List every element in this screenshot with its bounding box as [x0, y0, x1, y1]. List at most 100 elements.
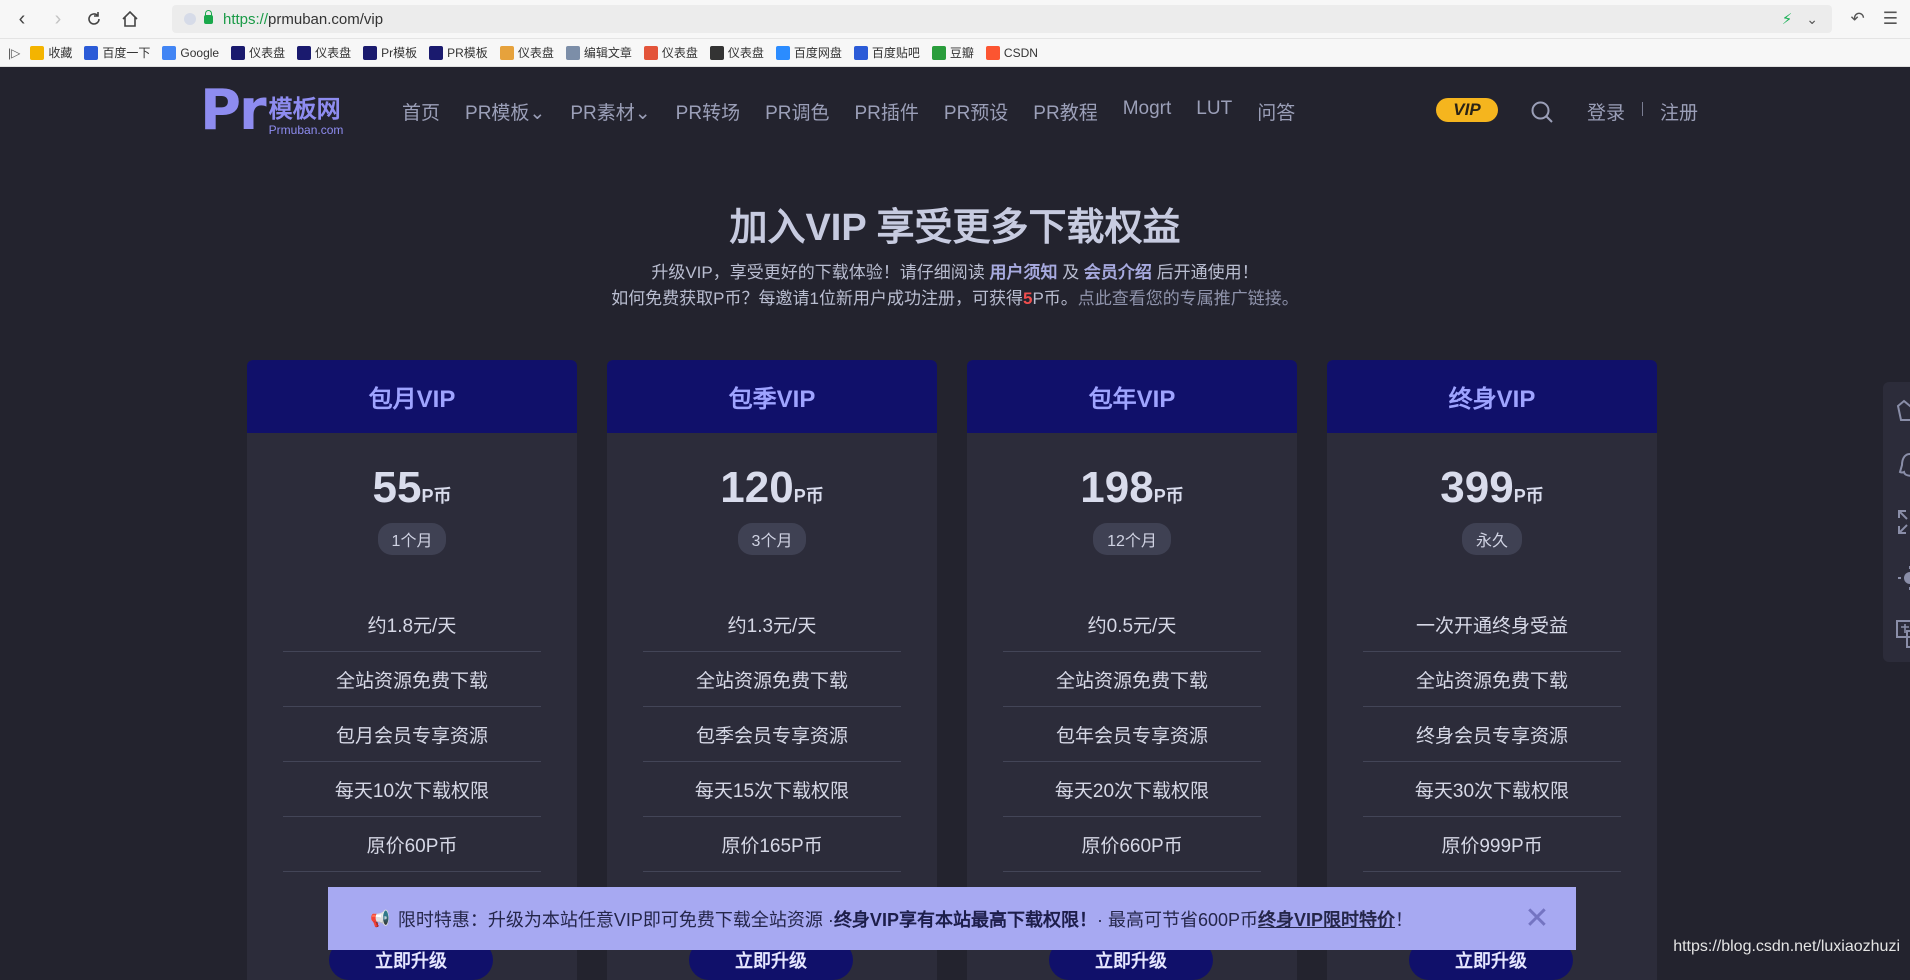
- lock-icon: [204, 9, 213, 24]
- referral-text-b: P币。: [1032, 289, 1078, 308]
- bookmark-item[interactable]: Google: [162, 45, 219, 60]
- register-link[interactable]: 注册: [1660, 98, 1698, 125]
- simplified-traditional-icon[interactable]: [1895, 619, 1910, 649]
- plan-feature: 原价660P币: [1003, 817, 1261, 872]
- plan-feature: 一次开通终身受益: [1363, 597, 1621, 652]
- bookmarks-bar: |▷ 收藏 百度一下 Google 仪表盘 仪表盘 Pr模板 PR模板 仪表盘 编辑文章 仪表盘 仪…: [0, 39, 1910, 67]
- bookmark-item[interactable]: 仪表盘: [499, 44, 554, 61]
- plan-feature: 全站资源免费下载: [283, 652, 541, 707]
- divider: [1642, 102, 1643, 116]
- qq-icon[interactable]: [1895, 451, 1910, 481]
- plan-feature: 原价60P币: [283, 817, 541, 872]
- hero-sub-text-c: 后开通使用！: [1151, 263, 1259, 282]
- lightning-icon[interactable]: ⚡: [1782, 10, 1793, 28]
- bookmark-item[interactable]: 豆瓣: [931, 44, 974, 61]
- sun-icon[interactable]: [1895, 563, 1910, 593]
- logo-en: Prmuban.com: [268, 123, 344, 137]
- plan-name: 包年VIP: [967, 360, 1297, 433]
- nav-pr-plugins[interactable]: PR插件: [854, 98, 918, 125]
- plan-feature: 全站资源免费下载: [643, 652, 901, 707]
- bookmark-label: 仪表盘: [249, 46, 286, 60]
- browser-toolbar: ‹ › https://prmuban.com/vip ⚡ ⌄ ↶ ☰: [0, 0, 1910, 39]
- ae-icon: [297, 45, 312, 60]
- search-icon[interactable]: [1530, 100, 1554, 124]
- chevron-down-icon[interactable]: ⌄: [1806, 11, 1818, 28]
- home-icon[interactable]: [116, 5, 144, 33]
- user-notice-link[interactable]: 用户须知: [989, 263, 1057, 282]
- nav-pr-tutorials[interactable]: PR教程: [1033, 98, 1097, 125]
- bookmark-item[interactable]: 仪表盘: [297, 44, 351, 61]
- colorful-icon: [499, 45, 514, 60]
- nav-mogrt[interactable]: Mogrt: [1123, 98, 1172, 125]
- address-bar[interactable]: https://prmuban.com/vip ⚡ ⌄: [172, 5, 1832, 33]
- nav-pr-transitions[interactable]: PR转场: [676, 98, 740, 125]
- bookmark-item[interactable]: 收藏: [30, 44, 72, 61]
- nav-pr-color[interactable]: PR调色: [765, 98, 829, 125]
- main-nav: 首页 PR模板⌄ PR素材⌄ PR转场 PR调色 PR插件 PR预设 PR教程 …: [402, 98, 1320, 125]
- basket-icon[interactable]: [1895, 395, 1910, 425]
- reload-icon[interactable]: [80, 5, 108, 33]
- fullscreen-icon[interactable]: [1895, 507, 1910, 537]
- nav-lut[interactable]: LUT: [1196, 98, 1232, 125]
- promo-prefix: 限时特惠：升级为本站任意VIP即可免费下载全站资源 ·: [397, 909, 834, 930]
- login-link[interactable]: 登录: [1587, 98, 1625, 125]
- nav-pr-materials[interactable]: PR素材⌄: [570, 98, 650, 125]
- referral-link[interactable]: 点此查看您的专属推广链接。: [1078, 289, 1299, 308]
- shield-icon: [184, 13, 196, 25]
- nav-qa[interactable]: 问答: [1257, 98, 1295, 125]
- bookmark-item[interactable]: 百度一下: [84, 44, 150, 61]
- plan-feature: 全站资源免费下载: [1003, 652, 1261, 707]
- plan-price: 55P币: [372, 463, 452, 512]
- bookmark-item[interactable]: 仪表盘: [709, 44, 764, 61]
- plan-name: 包月VIP: [247, 360, 577, 433]
- plan-feature: 约1.3元/天: [643, 597, 901, 652]
- plan-feature: 包年会员专享资源: [1003, 707, 1261, 762]
- plan-period: 1个月: [377, 523, 447, 555]
- plan-period: 3个月: [737, 523, 807, 555]
- nav-home[interactable]: 首页: [402, 98, 440, 125]
- plan-period: 12个月: [1093, 523, 1171, 555]
- forward-icon[interactable]: ›: [44, 5, 72, 33]
- site-logo[interactable]: Pr 模板网 Prmuban.com: [200, 78, 344, 143]
- plan-feature: 包月会员专享资源: [283, 707, 541, 762]
- promo-suffix: ！: [1395, 909, 1414, 930]
- bookmark-item[interactable]: 百度网盘: [775, 44, 842, 61]
- pr-icon: [231, 45, 246, 60]
- bookmark-label: 百度网盘: [793, 46, 842, 60]
- plan-price: 120P币: [720, 463, 824, 512]
- vip-badge[interactable]: VIP: [1436, 98, 1498, 122]
- plan-feature: 每天20次下载权限: [1003, 762, 1261, 817]
- doc-icon: [565, 45, 580, 60]
- hero-subtitle: 升级VIP，享受更好的下载体验！请仔细阅读 用户须知 及 会员介绍 后开通使用！: [0, 258, 1910, 283]
- nav-pr-templates[interactable]: PR模板⌄: [465, 98, 545, 125]
- plan-feature: 约1.8元/天: [283, 597, 541, 652]
- url-text: https://prmuban.com/vip: [223, 10, 384, 28]
- undo-icon[interactable]: ↶: [1851, 9, 1865, 29]
- promo-highlight: 终身VIP享有本站最高下载权限！: [833, 909, 1097, 930]
- nav-pr-presets[interactable]: PR预设: [944, 98, 1008, 125]
- sidebar-toggle-icon[interactable]: |▷: [8, 46, 20, 60]
- promo-link[interactable]: 终身VIP限时特价: [1258, 906, 1395, 932]
- plan-feature: 每天30次下载权限: [1363, 762, 1621, 817]
- plan-feature: 原价999P币: [1363, 817, 1621, 872]
- close-icon[interactable]: ✕: [1522, 902, 1552, 935]
- menu-icon[interactable]: ☰: [1883, 9, 1898, 29]
- bookmark-item[interactable]: 编辑文章: [565, 44, 632, 61]
- bookmark-item[interactable]: 仪表盘: [231, 44, 285, 61]
- plan-price: 399P币: [1440, 463, 1544, 512]
- bookmark-item[interactable]: 百度贴吧: [853, 44, 920, 61]
- bookmark-item[interactable]: CSDN: [985, 45, 1038, 60]
- bookmark-item[interactable]: PR模板: [429, 44, 488, 61]
- promo-banner: 📢 限时特惠：升级为本站任意VIP即可免费下载全站资源 · 终身VIP享有本站最…: [328, 887, 1576, 950]
- bookmark-label: 仪表盘: [661, 46, 698, 60]
- bookmark-label: 编辑文章: [583, 46, 632, 60]
- bookmark-item[interactable]: 仪表盘: [643, 44, 698, 61]
- plan-feature: 全站资源免费下载: [1363, 652, 1621, 707]
- bookmark-item[interactable]: Pr模板: [363, 44, 417, 61]
- bookmark-label: 收藏: [48, 46, 73, 60]
- member-intro-link[interactable]: 会员介绍: [1084, 263, 1152, 282]
- back-icon[interactable]: ‹: [8, 5, 36, 33]
- logo-pr: Pr: [200, 78, 267, 143]
- plan-feature: 每天10次下载权限: [283, 762, 541, 817]
- plan-feature: 约0.5元/天: [1003, 597, 1261, 652]
